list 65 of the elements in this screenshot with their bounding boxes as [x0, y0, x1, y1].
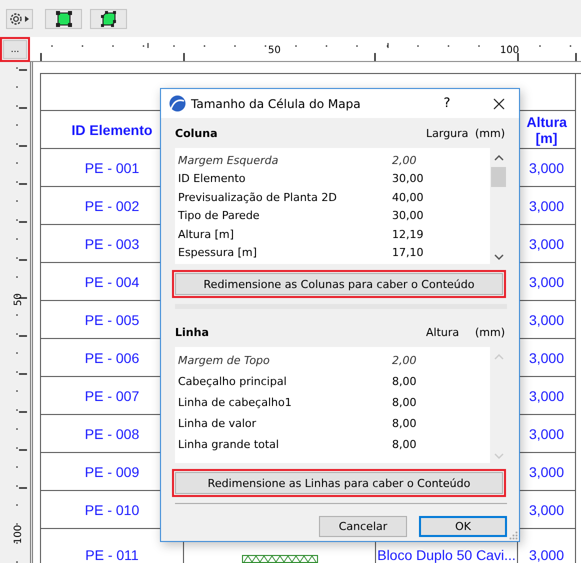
value-heading: Largura [426, 126, 470, 140]
scrollbar-thumb[interactable] [491, 167, 506, 187]
list-row[interactable]: Altura [m] 12,19 [175, 225, 490, 244]
table-cell: 3,000 [528, 464, 564, 480]
table-cell: 3,000 [528, 198, 564, 214]
settings-menu-button[interactable] [6, 8, 33, 28]
column-header: ID Elemento [72, 122, 152, 138]
scroll-down-icon[interactable] [494, 254, 504, 261]
more-button[interactable]: ... [3, 40, 27, 59]
unit-label: (mm) [475, 126, 506, 140]
table-cell: PE - 004 [84, 274, 140, 290]
table-cell: PE - 007 [84, 388, 140, 404]
table-cell: Bloco Duplo 50 Cavi... [377, 547, 516, 563]
resize-button[interactable]: Redimensione as Linhas para caber o Conteúdo [175, 472, 503, 494]
close-icon [493, 98, 505, 110]
list-row[interactable]: Cabeçalho principal 8,00 [175, 371, 490, 392]
resize-button[interactable]: Redimensione as Colunas para caber o Conteúdo [175, 273, 503, 295]
list-row[interactable]: ID Elemento 30,00 [175, 170, 490, 188]
table-cell: PE - 009 [84, 464, 140, 480]
table-cell: 3,000 [528, 502, 564, 518]
selection-square-button[interactable] [45, 8, 82, 28]
table-cell: PE - 002 [84, 198, 140, 214]
table-cell: PE - 003 [84, 236, 140, 252]
list-row[interactable]: Linha de cabeçalho1 8,00 [175, 392, 490, 413]
list-row[interactable]: Linha de valor 8,00 [175, 413, 490, 434]
section-heading: Linha [175, 326, 210, 338]
selection-box-button[interactable] [90, 8, 127, 28]
column-header: Altura [m] [526, 114, 566, 146]
app-logo-icon [169, 95, 186, 112]
table-cell: PE - 005 [84, 312, 140, 328]
list-row[interactable]: Tipo de Parede 30,00 [175, 206, 490, 225]
cancel-button[interactable]: Cancelar [319, 516, 407, 537]
section-heading: Coluna [175, 126, 218, 140]
ok-button[interactable]: OK [419, 516, 507, 537]
gear-menu-icon [8, 10, 32, 26]
ruler-label: 100 [13, 524, 24, 544]
list-row[interactable]: Margem Esquerda 2,00 [175, 151, 490, 170]
table-cell: PE - 008 [84, 426, 140, 442]
scroll-up-icon[interactable] [494, 154, 504, 161]
table-cell: PE - 001 [84, 160, 140, 176]
list-row[interactable]: Linha grande total 8,00 [175, 434, 490, 455]
table-cell: PE - 011 [85, 547, 139, 563]
selection-box-icon [100, 10, 116, 26]
help-button[interactable]: ? [432, 96, 462, 111]
table-cell: PE - 006 [84, 350, 140, 366]
ruler-label: 50 [268, 45, 281, 56]
list-row[interactable]: Previsualização de Planta 2D 40,00 [175, 188, 490, 206]
value-heading: Altura [426, 326, 460, 338]
ruler-label: 100 [500, 45, 520, 56]
unit-label: (mm) [475, 326, 506, 338]
table-cell: 3,000 [528, 160, 564, 176]
resize-grip-icon [509, 531, 518, 540]
table-cell: 3,000 [528, 312, 564, 328]
table-cell: 3,000 [528, 236, 564, 252]
table-cell: 3,000 [528, 426, 564, 442]
table-cell: 3,000 [528, 350, 564, 366]
list-row[interactable]: Espessura [m] 17,10 [175, 244, 490, 262]
selection-square-icon [56, 10, 72, 26]
table-cell: 3,000 [528, 274, 564, 290]
table-cell: 3,000 [528, 547, 564, 563]
table-cell: 3,000 [528, 388, 564, 404]
list-row[interactable]: Margem de Topo 2,00 [175, 350, 490, 371]
ruler-label: 50 [13, 293, 24, 306]
dialog-title: Tamanho da Célula do Mapa [191, 96, 362, 110]
table-cell: PE - 010 [84, 502, 140, 518]
